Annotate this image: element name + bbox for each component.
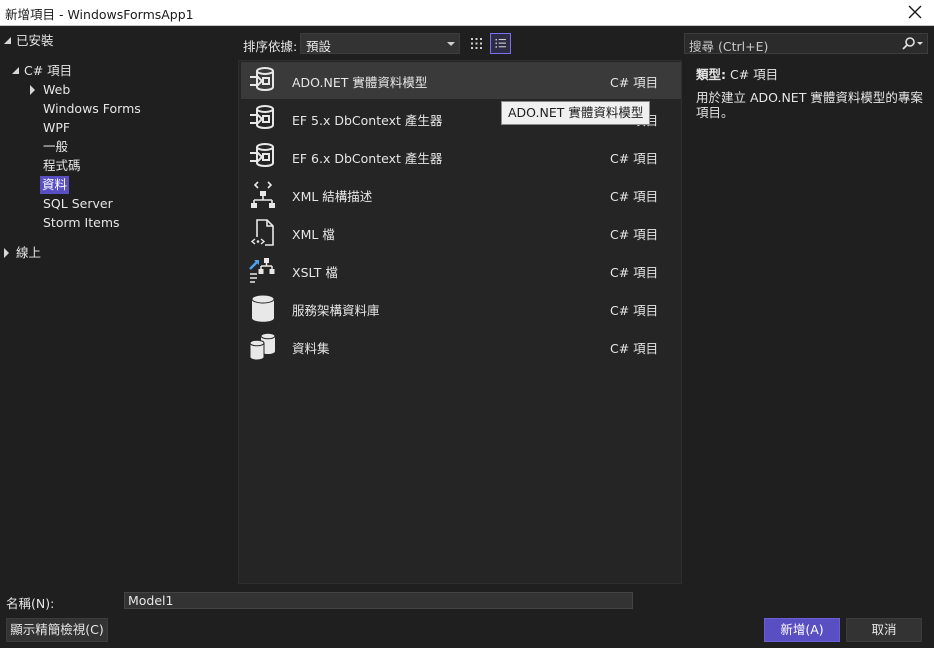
list-view-icon[interactable] — [490, 33, 511, 54]
tree-node-label: Storm Items — [43, 215, 120, 230]
grid-view-icon[interactable] — [466, 33, 487, 54]
tree-node-label: 線上 — [16, 245, 42, 260]
cancel-button[interactable]: 取消 — [846, 618, 922, 642]
template-language: C# 項目 — [610, 189, 659, 204]
sort-select[interactable]: 預設 — [300, 33, 460, 54]
search-icon[interactable] — [901, 36, 923, 52]
template-row-xslt-file[interactable]: XSLT 檔 C# 項目 — [241, 252, 681, 289]
tree-node-label: 一般 — [43, 139, 69, 154]
details-panel: 類型: C# 項目 用於建立 ADO.NET 實體資料模型的專案項目。 — [696, 66, 926, 120]
tree-node-installed[interactable]: 已安裝 — [2, 32, 232, 50]
entity-model-icon — [250, 143, 274, 167]
sort-label: 排序依據: — [243, 39, 298, 54]
tree-node-csharp[interactable]: C# 項目 — [10, 62, 230, 80]
dataset-icon — [249, 332, 276, 361]
tree-node-sql-server[interactable]: SQL Server — [43, 195, 228, 213]
entity-model-icon — [250, 105, 274, 129]
search-placeholder: 搜尋 (Ctrl+E) — [689, 39, 769, 54]
name-input[interactable]: Model1 — [124, 592, 633, 609]
tree-node-label: Web — [43, 82, 71, 97]
details-type: 類型: C# 項目 — [696, 66, 926, 84]
tree-node-label: WPF — [43, 120, 71, 135]
close-icon[interactable] — [906, 2, 924, 22]
tree-node-code[interactable]: 程式碼 — [43, 157, 228, 175]
chevron-down-icon — [447, 42, 455, 46]
template-language: C# 項目 — [610, 151, 659, 166]
template-list: ADO.NET 實體資料模型 C# 項目 EF 5.x DbContext 產生… — [238, 60, 682, 584]
template-row-ef6-dbcontext-generator[interactable]: EF 6.x DbContext 產生器 C# 項目 — [241, 138, 681, 175]
tree-node-data[interactable]: 資料 — [40, 176, 228, 194]
template-name: 資料集 — [292, 341, 330, 356]
template-name: XML 結構描述 — [292, 189, 373, 204]
details-description: 用於建立 ADO.NET 實體資料模型的專案項目。 — [696, 90, 923, 120]
tree-node-wpf[interactable]: WPF — [43, 119, 228, 137]
template-language: C# 項目 — [610, 75, 659, 90]
expanded-arrow-icon — [12, 67, 19, 74]
database-icon — [251, 294, 275, 322]
template-tooltip: ADO.NET 實體資料模型 — [501, 101, 651, 125]
tree-node-web[interactable]: Web — [28, 81, 228, 99]
xml-file-icon — [250, 219, 274, 246]
search-box[interactable]: 搜尋 (Ctrl+E) — [684, 33, 928, 54]
template-language: C# 項目 — [610, 227, 659, 242]
template-row-service-fabric-database[interactable]: 服務架構資料庫 C# 項目 — [241, 290, 681, 327]
tree-node-windows-forms[interactable]: Windows Forms — [43, 100, 228, 118]
template-language: C# 項目 — [610, 341, 659, 356]
template-name: XSLT 檔 — [292, 265, 338, 280]
compact-view-button[interactable]: 顯示精簡檢視(C) — [6, 618, 108, 642]
tree-node-online[interactable]: 線上 — [2, 244, 232, 262]
window-title: 新增項目 - WindowsFormsApp1 — [5, 7, 194, 22]
template-name: EF 6.x DbContext 產生器 — [292, 151, 443, 166]
template-language: C# 項目 — [610, 265, 659, 280]
template-name: XML 檔 — [292, 227, 335, 242]
name-label: 名稱(N): — [6, 596, 55, 611]
title-bar: 新增項目 - WindowsFormsApp1 — [0, 0, 934, 26]
tree-node-label: 資料 — [40, 176, 70, 194]
tree-node-label: SQL Server — [43, 196, 113, 211]
template-row-dataset[interactable]: 資料集 C# 項目 — [241, 328, 681, 365]
xml-schema-icon — [251, 181, 275, 208]
template-row-ado-net-entity-model[interactable]: ADO.NET 實體資料模型 C# 項目 — [241, 62, 681, 99]
template-name: 服務架構資料庫 — [292, 303, 380, 318]
details-type-value: C# 項目 — [729, 67, 779, 82]
tree-node-label: C# 項目 — [24, 63, 73, 78]
template-row-xml-file[interactable]: XML 檔 C# 項目 — [241, 214, 681, 251]
tree-node-label: Windows Forms — [43, 101, 141, 116]
expanded-arrow-icon — [4, 37, 11, 44]
add-button[interactable]: 新增(A) — [764, 618, 840, 642]
sort-select-value: 預設 — [306, 39, 332, 54]
tree-node-storm-items[interactable]: Storm Items — [43, 214, 228, 232]
details-type-label: 類型: — [696, 67, 726, 82]
tree-node-label: 已安裝 — [16, 33, 54, 48]
collapsed-arrow-icon — [30, 85, 35, 95]
tree-node-label: 程式碼 — [43, 158, 81, 173]
xslt-file-icon — [249, 258, 275, 283]
template-name: ADO.NET 實體資料模型 — [292, 75, 428, 90]
collapsed-arrow-icon — [4, 248, 9, 258]
tree-node-general[interactable]: 一般 — [43, 138, 228, 156]
template-name: EF 5.x DbContext 產生器 — [292, 113, 443, 128]
template-language: C# 項目 — [610, 303, 659, 318]
category-tree: 已安裝 C# 項目 Web Windows Forms WPF 一般 程式碼 資… — [0, 28, 236, 588]
template-row-xml-schema[interactable]: XML 結構描述 C# 項目 — [241, 176, 681, 213]
entity-model-icon — [250, 67, 274, 91]
